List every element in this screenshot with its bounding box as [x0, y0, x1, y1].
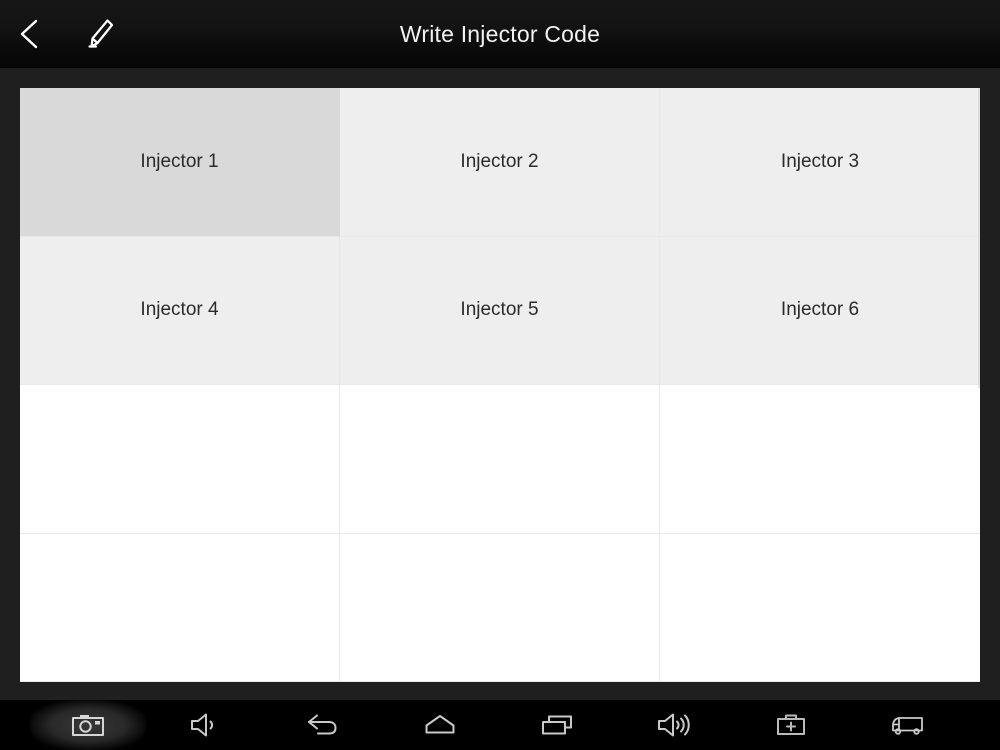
grid-cell-injector-3[interactable]: Injector 3: [660, 88, 980, 237]
camera-icon: [71, 712, 105, 738]
truck-icon: [889, 713, 927, 737]
grid-cell-empty: [660, 533, 980, 682]
grid-cell-injector-1[interactable]: Injector 1: [20, 88, 340, 237]
grid-cell-label: Injector 1: [140, 150, 219, 172]
vehicle-button[interactable]: [850, 700, 966, 750]
home-icon: [423, 713, 457, 737]
grid-cell-label: Injector 6: [780, 299, 860, 321]
grid-cell-label: Injector 4: [140, 299, 219, 321]
grid-cell-injector-6[interactable]: Injector 6: [660, 236, 980, 385]
toolbox-button[interactable]: [733, 700, 849, 750]
back-button[interactable]: [264, 700, 380, 750]
grid-cell-empty: [660, 385, 980, 534]
system-navigation-bar: [0, 700, 1000, 750]
grid-cell-label: Injector 5: [460, 299, 539, 321]
grid-cell-empty: [20, 533, 340, 682]
volume-up-button[interactable]: [616, 700, 732, 750]
grid-cell-empty: [340, 385, 660, 534]
content-area: Injector 1 Injector 2 Injector 3 Injecto…: [0, 68, 1000, 700]
page-title: Write Injector Code: [399, 21, 601, 47]
scrollbar[interactable]: [978, 88, 980, 388]
injector-grid: Injector 1 Injector 2 Injector 3 Injecto…: [20, 88, 980, 682]
grid-cell-injector-2[interactable]: Injector 2: [340, 88, 660, 237]
grid-cell-empty: [20, 385, 340, 534]
grid-cell-empty: [340, 533, 660, 682]
toolbox-icon: [775, 712, 807, 738]
volume-down-icon: [189, 712, 221, 738]
back-arrow-icon: [305, 713, 339, 737]
grid-cell-injector-4[interactable]: Injector 4: [20, 236, 340, 385]
recents-button[interactable]: [499, 700, 615, 750]
app-window: Write Injector Code Injector 1 Injector …: [0, 0, 1000, 750]
screenshot-button[interactable]: [30, 700, 146, 750]
app-header: Write Injector Code: [0, 0, 1000, 68]
grid-cell-injector-5[interactable]: Injector 5: [340, 236, 660, 385]
recents-icon: [540, 713, 574, 737]
grid-cell-label: Injector 3: [780, 150, 860, 172]
volume-up-icon: [657, 712, 691, 738]
volume-down-button[interactable]: [147, 700, 263, 750]
grid-cell-label: Injector 2: [460, 150, 539, 172]
home-button[interactable]: [382, 700, 498, 750]
